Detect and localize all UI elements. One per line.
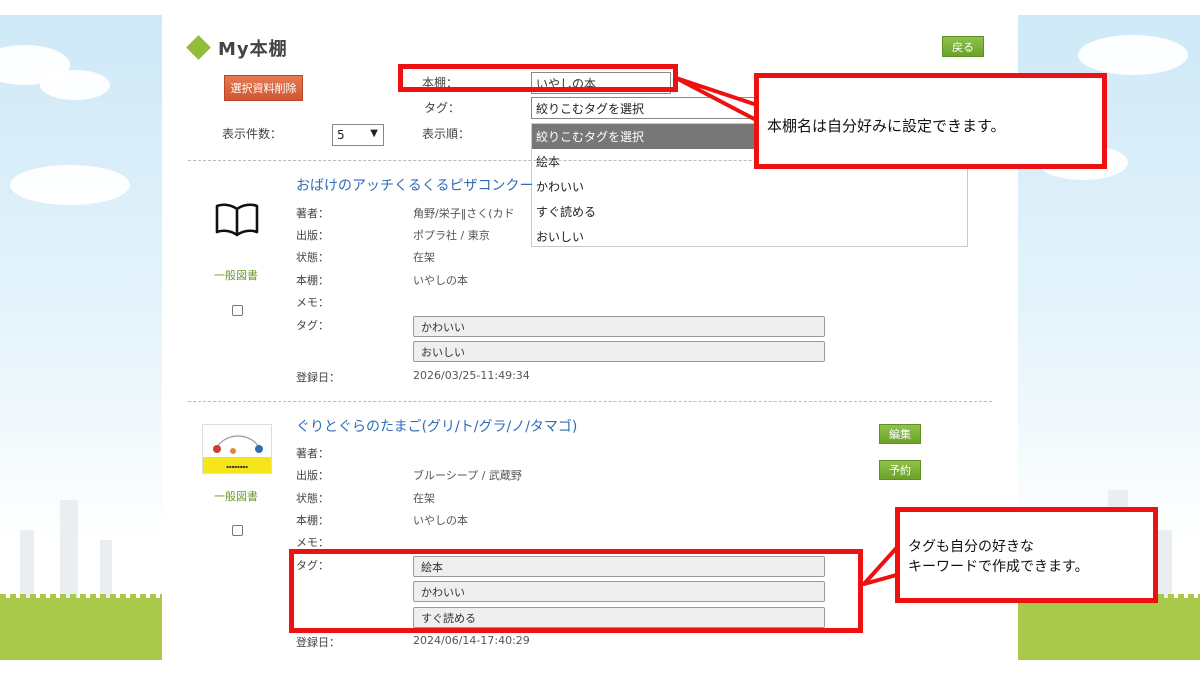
status-value: 在架 [413,251,435,264]
callout-pointer [674,76,762,124]
shelf-value: いやしの本 [413,514,468,527]
shelf-name-callout-text: 本棚名は自分好みに設定できます。 [767,117,1006,135]
publisher-label: 出版： [296,229,329,242]
open-book-icon [215,203,259,237]
sort-label: 表示順： [422,127,471,141]
book-title-link[interactable]: ぐりとぐらのたまご(グリ/ト/グラ/ノ/タマゴ) [296,416,577,436]
display-count-select[interactable]: 5 ▼ [332,124,384,146]
tags-callout: タグも自分の好きな キーワードで作成できます。 [895,507,1158,603]
registered-label: 登録日： [296,371,340,384]
author-value: 角野/栄子‖さく(カド [413,207,515,220]
tag-chip[interactable]: おいしい [413,341,825,362]
author-label: 著者： [296,447,329,460]
display-count-label: 表示件数： [222,127,283,141]
cover-illustration [213,435,263,454]
edit-button[interactable]: 編集 [879,424,921,444]
diamond-icon [186,35,211,60]
memo-label: メモ： [296,296,329,309]
registered-value: 2026/03/25-11:49:34 [413,369,530,382]
tag-option[interactable]: かわいい [532,174,967,199]
tags-callout-line2: キーワードで作成できます。 [908,559,1089,575]
status-value: 在架 [413,492,435,505]
display-count-value: 5 [337,128,345,142]
book-title-link[interactable]: おばけのアッチくるくるピザコンクー [296,175,533,195]
shelf-label: 本棚： [296,274,329,287]
cover-caption: ▪▪▪▪▪▪▪▪ [226,464,248,469]
left-background [0,15,162,660]
publisher-value: ブルーシープ / 武蔵野 [413,469,522,482]
reserve-button[interactable]: 予約 [879,460,921,480]
page-title: My本棚 [218,39,288,60]
divider [188,401,992,402]
shelf-value: いやしの本 [413,274,468,287]
back-button[interactable]: 戻る [942,36,984,57]
registered-value: 2024/06/14-17:40:29 [413,634,530,647]
tag-filter-value: 絞りこむタグを選択 [536,101,645,116]
shelf-name-callout: 本棚名は自分好みに設定できます。 [754,73,1107,169]
bookshelf-highlight [398,64,678,92]
select-checkbox[interactable] [232,525,243,536]
tag-option[interactable]: おいしい [532,224,967,249]
publisher-value: ポプラ社 / 東京 [413,229,490,242]
registered-label: 登録日： [296,636,340,649]
author-label: 著者： [296,207,329,220]
tag-label: タグ： [296,319,329,332]
delete-selected-button[interactable]: 選択資料削除 [224,75,303,101]
tag-label: タグ： [424,101,461,115]
publisher-label: 出版： [296,469,329,482]
select-checkbox[interactable] [232,305,243,316]
status-label: 状態： [296,492,329,505]
book-cover-image: ▪▪▪▪▪▪▪▪ [202,424,272,474]
title-row: My本棚 [186,35,288,61]
memo-label: メモ： [296,536,329,549]
status-label: 状態： [296,251,329,264]
tags-callout-text: タグも自分の好きな キーワードで作成できます。 [908,537,1089,577]
chevron-down-icon: ▼ [370,128,378,139]
tags-callout-line1: タグも自分の好きな [908,539,1034,555]
tag-chip[interactable]: かわいい [413,316,825,337]
tag-option[interactable]: すぐ読める [532,199,967,224]
category-label: 一般図書 [214,490,258,503]
tags-highlight [289,549,863,633]
category-label: 一般図書 [214,269,258,282]
shelf-label: 本棚： [296,514,329,527]
